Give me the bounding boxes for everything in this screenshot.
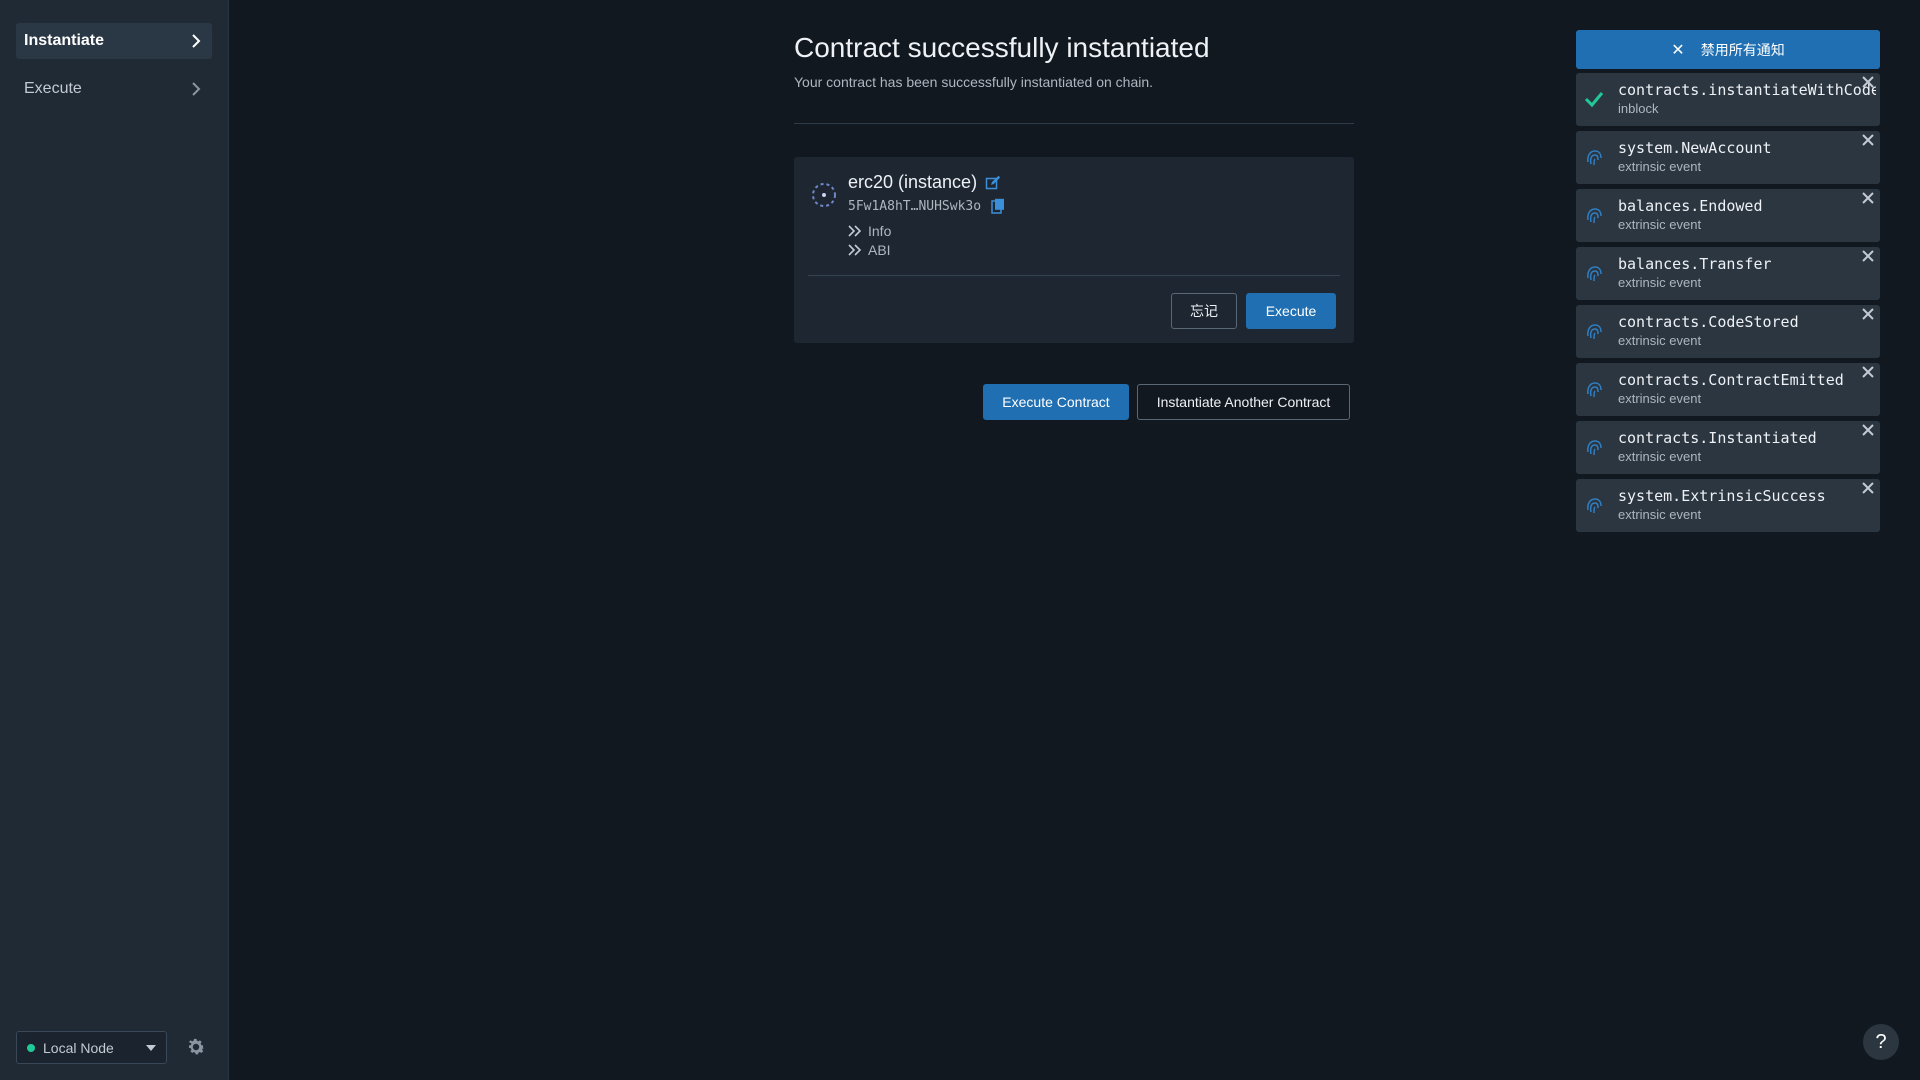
double-chevron-right-icon (848, 244, 862, 256)
sidebar-item-instantiate[interactable]: Instantiate (16, 23, 212, 59)
copy-icon[interactable] (991, 198, 1005, 214)
close-icon[interactable] (1862, 424, 1874, 436)
abi-toggle[interactable]: ABI (848, 242, 891, 258)
notification-title: system.NewAccount (1618, 139, 1772, 157)
notification-item: system.NewAccount extrinsic event (1576, 131, 1880, 184)
notification-item: contracts.Instantiated extrinsic event (1576, 421, 1880, 474)
notification-item: balances.Transfer extrinsic event (1576, 247, 1880, 300)
contract-address: 5Fw1A8hT…NUHSwk3o (848, 198, 982, 214)
sidebar: Instantiate Execute Local Node (0, 0, 229, 1080)
node-status-dot (27, 1043, 35, 1052)
notification-subtitle: extrinsic event (1618, 507, 1702, 522)
check-icon (1584, 92, 1604, 108)
page-title: Contract successfully instantiated (794, 32, 1210, 63)
sidebar-item-label: Instantiate (24, 32, 105, 49)
contract-name: erc20 (instance) (848, 172, 978, 192)
close-icon[interactable] (1862, 366, 1874, 378)
dismiss-all-notifications-button[interactable]: ✕ 禁用所有通知 (1576, 30, 1880, 69)
contract-card: erc20 (instance) 5Fw1A8hT…NUHSwk3o Info … (794, 157, 1354, 343)
dismiss-all-label: 禁用所有通知 (1700, 41, 1785, 58)
notification-subtitle: extrinsic event (1618, 449, 1702, 464)
notification-title: balances.Endowed (1618, 197, 1763, 215)
notification-subtitle: extrinsic event (1618, 391, 1702, 406)
fingerprint-icon (1587, 382, 1602, 398)
contract-identicon (812, 183, 836, 207)
notification-title: balances.Transfer (1618, 255, 1772, 273)
close-icon[interactable] (1862, 134, 1874, 146)
fingerprint-icon (1587, 266, 1602, 282)
contract-name-row: erc20 (instance) (848, 172, 1001, 193)
close-icon[interactable] (1862, 250, 1874, 262)
notification-subtitle: extrinsic event (1618, 275, 1702, 290)
page-subtitle: Your contract has been successfully inst… (794, 74, 1154, 90)
help-button[interactable]: ? (1863, 1024, 1899, 1060)
abi-label: ABI (868, 242, 891, 258)
chevron-right-icon (192, 82, 201, 96)
forget-button[interactable]: 忘记 (1171, 293, 1237, 329)
edit-icon[interactable] (985, 175, 1001, 191)
fingerprint-icon (1587, 498, 1602, 514)
notification-subtitle: inblock (1618, 101, 1659, 116)
close-icon[interactable] (1862, 308, 1874, 320)
notification-item: system.ExtrinsicSuccess extrinsic event (1576, 479, 1880, 532)
info-toggle[interactable]: Info (848, 223, 891, 239)
fingerprint-icon (1587, 440, 1602, 456)
notification-item: balances.Endowed extrinsic event (1576, 189, 1880, 242)
notification-item: contracts.CodeStored extrinsic event (1576, 305, 1880, 358)
sidebar-item-execute[interactable]: Execute (16, 71, 212, 107)
caret-down-icon (146, 1044, 156, 1051)
chevron-right-icon (192, 34, 201, 48)
divider (794, 123, 1354, 124)
notification-title: contracts.CodeStored (1618, 313, 1799, 331)
instantiate-another-button[interactable]: Instantiate Another Contract (1137, 384, 1350, 420)
fingerprint-icon (1587, 208, 1602, 224)
fingerprint-icon (1587, 150, 1602, 166)
close-icon: ✕ (1671, 41, 1685, 59)
sidebar-item-label: Execute (24, 80, 82, 97)
contract-address-row: 5Fw1A8hT…NUHSwk3o (848, 198, 1005, 214)
node-selector-label: Local Node (43, 1039, 114, 1056)
close-icon[interactable] (1862, 192, 1874, 204)
double-chevron-right-icon (848, 225, 862, 237)
notification-item: contracts.ContractEmitted extrinsic even… (1576, 363, 1880, 416)
notification-subtitle: extrinsic event (1618, 333, 1702, 348)
close-icon[interactable] (1862, 76, 1874, 88)
close-icon[interactable] (1862, 482, 1874, 494)
notification-subtitle: extrinsic event (1618, 159, 1702, 174)
gear-icon[interactable] (185, 1036, 207, 1058)
execute-button[interactable]: Execute (1246, 293, 1336, 329)
info-label: Info (868, 223, 892, 239)
notification-subtitle: extrinsic event (1618, 217, 1702, 232)
card-divider (808, 275, 1340, 276)
execute-contract-button[interactable]: Execute Contract (983, 384, 1129, 420)
notification-title: contracts.Instantiated (1618, 429, 1817, 447)
notification-item: contracts.instantiateWithCode inblock (1576, 73, 1880, 126)
notification-title: contracts.instantiateWithCode (1618, 81, 1876, 99)
fingerprint-icon (1587, 324, 1602, 340)
notification-title: contracts.ContractEmitted (1618, 371, 1844, 389)
notification-title: system.ExtrinsicSuccess (1618, 487, 1826, 505)
node-selector[interactable]: Local Node (16, 1031, 167, 1064)
